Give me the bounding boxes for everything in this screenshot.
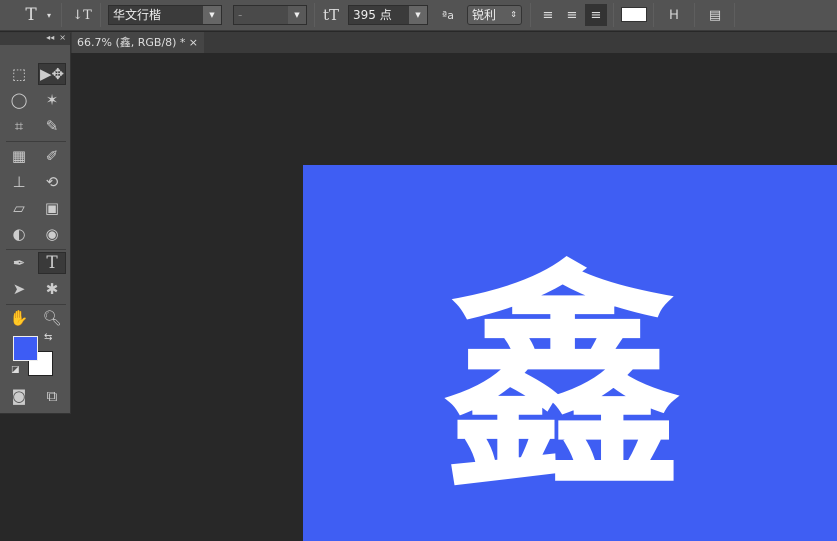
eyedropper-icon[interactable]: ✎ (38, 115, 66, 137)
magic-wand-icon[interactable]: ✶ (38, 89, 66, 111)
align-center-button[interactable]: ≡ (562, 4, 582, 26)
eraser-tool-icon[interactable]: ▱ (5, 197, 33, 219)
crop-tool-icon[interactable]: ⌗ (5, 115, 33, 137)
toggle-orientation-icon[interactable]: ↓T (70, 4, 94, 26)
font-size-input[interactable]: 395 点 ▼ (348, 5, 428, 25)
hand-tool-icon[interactable]: ✋ (5, 307, 33, 329)
move-tool-icon[interactable]: ▶✥ (38, 63, 66, 85)
document-tab-bar: 66.7% (鑫, RGB/8) * × (0, 32, 837, 53)
chevron-down-icon: ▼ (409, 6, 427, 24)
antialias-value: 锐利 (472, 8, 497, 22)
default-colors-icon[interactable]: ◪ (11, 365, 20, 375)
text-color-swatch[interactable] (621, 7, 647, 22)
clone-stamp-icon[interactable]: ⊥ (5, 171, 33, 193)
updown-icon: ⇕ (510, 10, 517, 19)
healing-brush-icon[interactable]: ▦ (5, 145, 33, 167)
history-brush-icon[interactable]: ⟲ (38, 171, 66, 193)
close-icon[interactable]: × (189, 32, 198, 53)
gradient-tool-icon[interactable]: ▣ (38, 197, 66, 219)
warp-text-icon[interactable]: Ꮋ (663, 4, 685, 26)
screen-mode-icon[interactable]: ⧉ (38, 385, 66, 407)
document-title: 66.7% (鑫, RGB/8) * (77, 36, 186, 49)
path-selection-icon[interactable]: ➤ (5, 278, 33, 300)
marquee-tool-icon[interactable]: ⬚ (5, 63, 33, 85)
tools-panel-header: ◂◂ × (0, 33, 70, 45)
collapse-icon[interactable]: ◂◂ (46, 33, 54, 42)
font-size-icon: tT (322, 6, 340, 24)
document-canvas[interactable]: 鑫 (303, 165, 837, 541)
document-tab[interactable]: 66.7% (鑫, RGB/8) * × (72, 32, 204, 53)
font-style-value: - (238, 8, 243, 22)
align-left-button[interactable]: ≡ (538, 4, 558, 26)
quick-mask-icon[interactable]: ◙ (5, 385, 33, 407)
antialias-select[interactable]: 锐利 ⇕ (467, 5, 522, 25)
brush-tool-icon[interactable]: ✐ (38, 145, 66, 167)
preset-dropdown-icon[interactable]: ▾ (44, 4, 54, 26)
options-bar: T ▾ ↓T 华文行楷 ▼ - ▼ tT 395 点 ▼ ªa 锐利 ⇕ ≡ ≡ ≡ Ꮋ… (0, 0, 837, 31)
chevron-down-icon: ▼ (288, 6, 306, 24)
align-right-button[interactable]: ≡ (585, 4, 607, 26)
chevron-down-icon: ▼ (203, 6, 221, 24)
blur-tool-icon[interactable]: ◐ (5, 223, 33, 245)
antialias-icon: ªa (442, 8, 454, 22)
close-icon[interactable]: × (59, 33, 66, 42)
foreground-color-swatch[interactable] (13, 336, 38, 361)
lasso-tool-icon[interactable]: ◯ (5, 89, 33, 111)
swap-colors-icon[interactable]: ⇆ (44, 332, 52, 343)
font-family-value: 华文行楷 (113, 8, 162, 22)
custom-shape-icon[interactable]: ✱ (38, 278, 66, 300)
font-family-select[interactable]: 华文行楷 ▼ (108, 5, 222, 25)
type-tool-preset-icon[interactable]: T (20, 4, 42, 26)
canvas-text-layer[interactable]: 鑫 (443, 260, 683, 500)
tools-panel: ◂◂ × ⬚ ▶✥ ◯ ✶ ⌗ ✎ ▦ ✐ ⊥ ⟲ ▱ ▣ ◐ ◉ ✒ T ➤ … (0, 33, 71, 414)
pen-tool-icon[interactable]: ✒ (5, 252, 33, 274)
type-tool-icon[interactable]: T (38, 252, 66, 274)
character-panel-icon[interactable]: ▤ (704, 4, 726, 26)
zoom-tool-icon[interactable]: 🔍︎ (38, 307, 66, 329)
dodge-tool-icon[interactable]: ◉ (38, 223, 66, 245)
font-style-select[interactable]: - ▼ (233, 5, 307, 25)
font-size-value: 395 点 (353, 8, 392, 22)
